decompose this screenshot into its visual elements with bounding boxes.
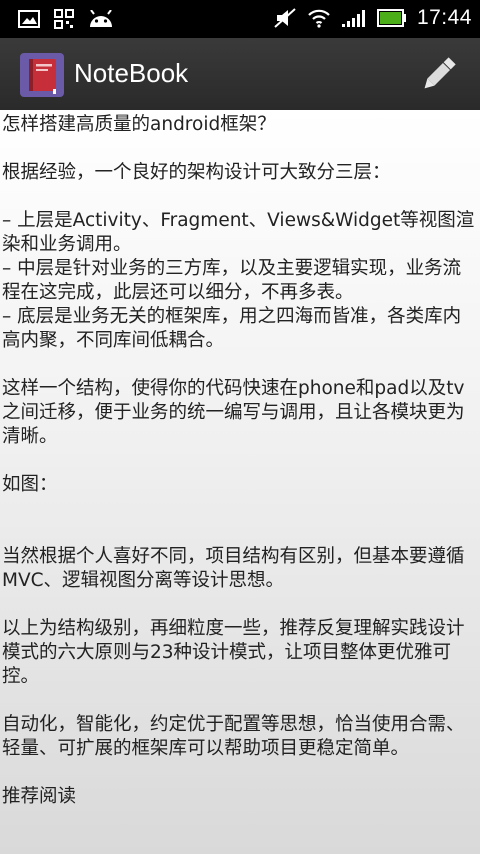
note-content-area[interactable]: 怎样搭建高质量的android框架？ 根据经验，一个良好的架构设计可大致分三层：… (0, 110, 480, 854)
status-bar-left-icons (18, 9, 114, 29)
action-bar: NoteBook (0, 38, 480, 112)
app-title: NoteBook (74, 58, 189, 88)
pencil-icon[interactable] (418, 53, 458, 97)
status-bar-right-icons: 17:44 (273, 6, 472, 30)
battery-icon (376, 9, 406, 27)
mute-icon (274, 8, 296, 28)
status-bar: 17:44 (0, 0, 480, 38)
notebook-icon[interactable] (20, 53, 64, 97)
status-time: 17:44 (416, 6, 472, 29)
image-notification-icon (18, 10, 40, 28)
signal-icon (341, 10, 365, 27)
qr-code-icon (54, 9, 74, 29)
android-icon (90, 10, 112, 27)
wifi-icon (308, 9, 330, 28)
note-body-text[interactable]: 怎样搭建高质量的android框架？ 根据经验，一个良好的架构设计可大致分三层：… (0, 110, 480, 809)
